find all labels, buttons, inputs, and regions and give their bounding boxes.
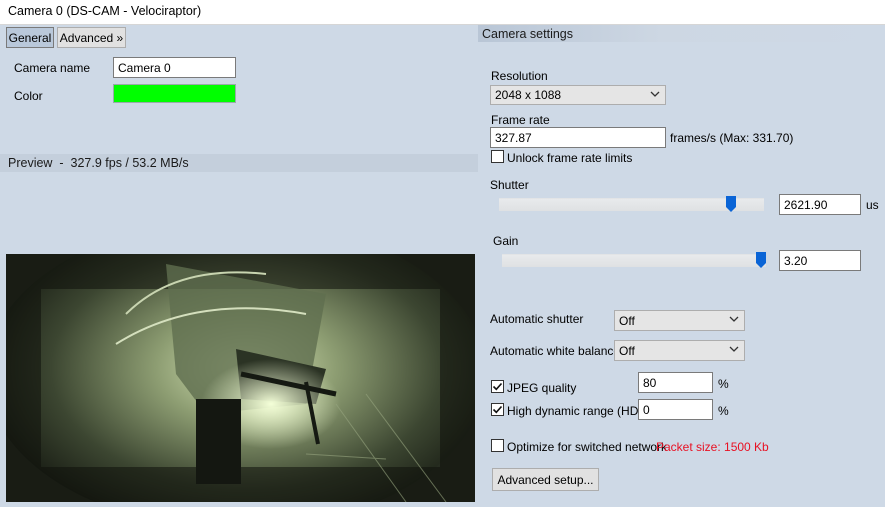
window-title: Camera 0 (DS-CAM - Velociraptor) (8, 4, 202, 18)
hdr-value: 0 (643, 402, 650, 417)
shutter-slider-thumb[interactable] (726, 196, 736, 213)
frame-rate-value: 327.87 (495, 130, 532, 145)
unlock-frame-rate-checkbox[interactable] (491, 150, 504, 163)
camera-name-label: Camera name (14, 61, 91, 75)
gain-slider-thumb[interactable] (756, 252, 766, 269)
automatic-white-balance-label: Automatic white balance (490, 344, 621, 358)
hdr-unit: % (718, 404, 729, 418)
advanced-setup-button[interactable]: Advanced setup... (492, 468, 599, 491)
packet-size-text: Packet size: 1500 Kb (656, 440, 769, 454)
hdr-input[interactable]: 0 (638, 399, 713, 420)
hdr-label: High dynamic range (HDR) (507, 404, 652, 418)
camera-name-input[interactable]: Camera 0 (113, 57, 236, 78)
automatic-white-balance-value: Off (619, 343, 635, 358)
color-swatch[interactable] (113, 84, 236, 103)
camera-settings-title: Camera settings (482, 26, 574, 41)
resolution-select[interactable]: 2048 x 1088 (490, 85, 666, 105)
color-label: Color (14, 89, 43, 103)
jpeg-quality-value: 80 (643, 375, 657, 390)
automatic-white-balance-select[interactable]: Off (614, 340, 745, 361)
jpeg-quality-label: JPEG quality (507, 381, 577, 395)
resolution-label: Resolution (491, 69, 548, 83)
frame-rate-label: Frame rate (491, 113, 550, 127)
gain-input[interactable]: 3.20 (779, 250, 861, 271)
shutter-unit: us (866, 198, 879, 212)
gain-slider-track[interactable] (502, 254, 766, 267)
hdr-checkbox[interactable] (491, 403, 504, 416)
automatic-shutter-value: Off (619, 313, 635, 328)
camera-settings-header: Camera settings (478, 25, 885, 42)
checkmark-icon (492, 405, 503, 414)
preview-header-text: Preview - 327.9 fps / 53.2 MB/s (8, 156, 189, 170)
shutter-slider-track[interactable] (499, 198, 764, 211)
jpeg-quality-input[interactable]: 80 (638, 372, 713, 393)
title-bar: Camera 0 (DS-CAM - Velociraptor) (0, 0, 885, 25)
frame-rate-unit: frames/s (Max: 331.70) (670, 131, 794, 145)
shutter-input[interactable]: 2621.90 (779, 194, 861, 215)
shutter-value: 2621.90 (784, 197, 828, 212)
automatic-shutter-select[interactable]: Off (614, 310, 745, 331)
jpeg-quality-checkbox[interactable] (491, 380, 504, 393)
tab-advanced[interactable]: Advanced » (57, 27, 126, 48)
optimize-network-label: Optimize for switched network (507, 440, 668, 454)
camera-preview-image (6, 254, 475, 502)
checkmark-icon (492, 382, 503, 391)
gain-label: Gain (493, 234, 519, 248)
shutter-label: Shutter (490, 178, 529, 192)
unlock-frame-rate-label: Unlock frame rate limits (507, 151, 633, 165)
chevron-down-icon (729, 316, 739, 322)
resolution-value: 2048 x 1088 (495, 88, 562, 102)
gain-value: 3.20 (784, 253, 808, 268)
camera-name-value: Camera 0 (118, 60, 171, 75)
preview-header: Preview - 327.9 fps / 53.2 MB/s (0, 154, 478, 172)
chevron-down-icon (650, 91, 660, 97)
chevron-down-icon (729, 346, 739, 352)
optimize-network-checkbox[interactable] (491, 439, 504, 452)
automatic-shutter-label: Automatic shutter (490, 312, 584, 326)
frame-rate-input[interactable]: 327.87 (490, 127, 666, 148)
tab-general[interactable]: General (6, 27, 54, 48)
jpeg-quality-unit: % (718, 377, 729, 391)
